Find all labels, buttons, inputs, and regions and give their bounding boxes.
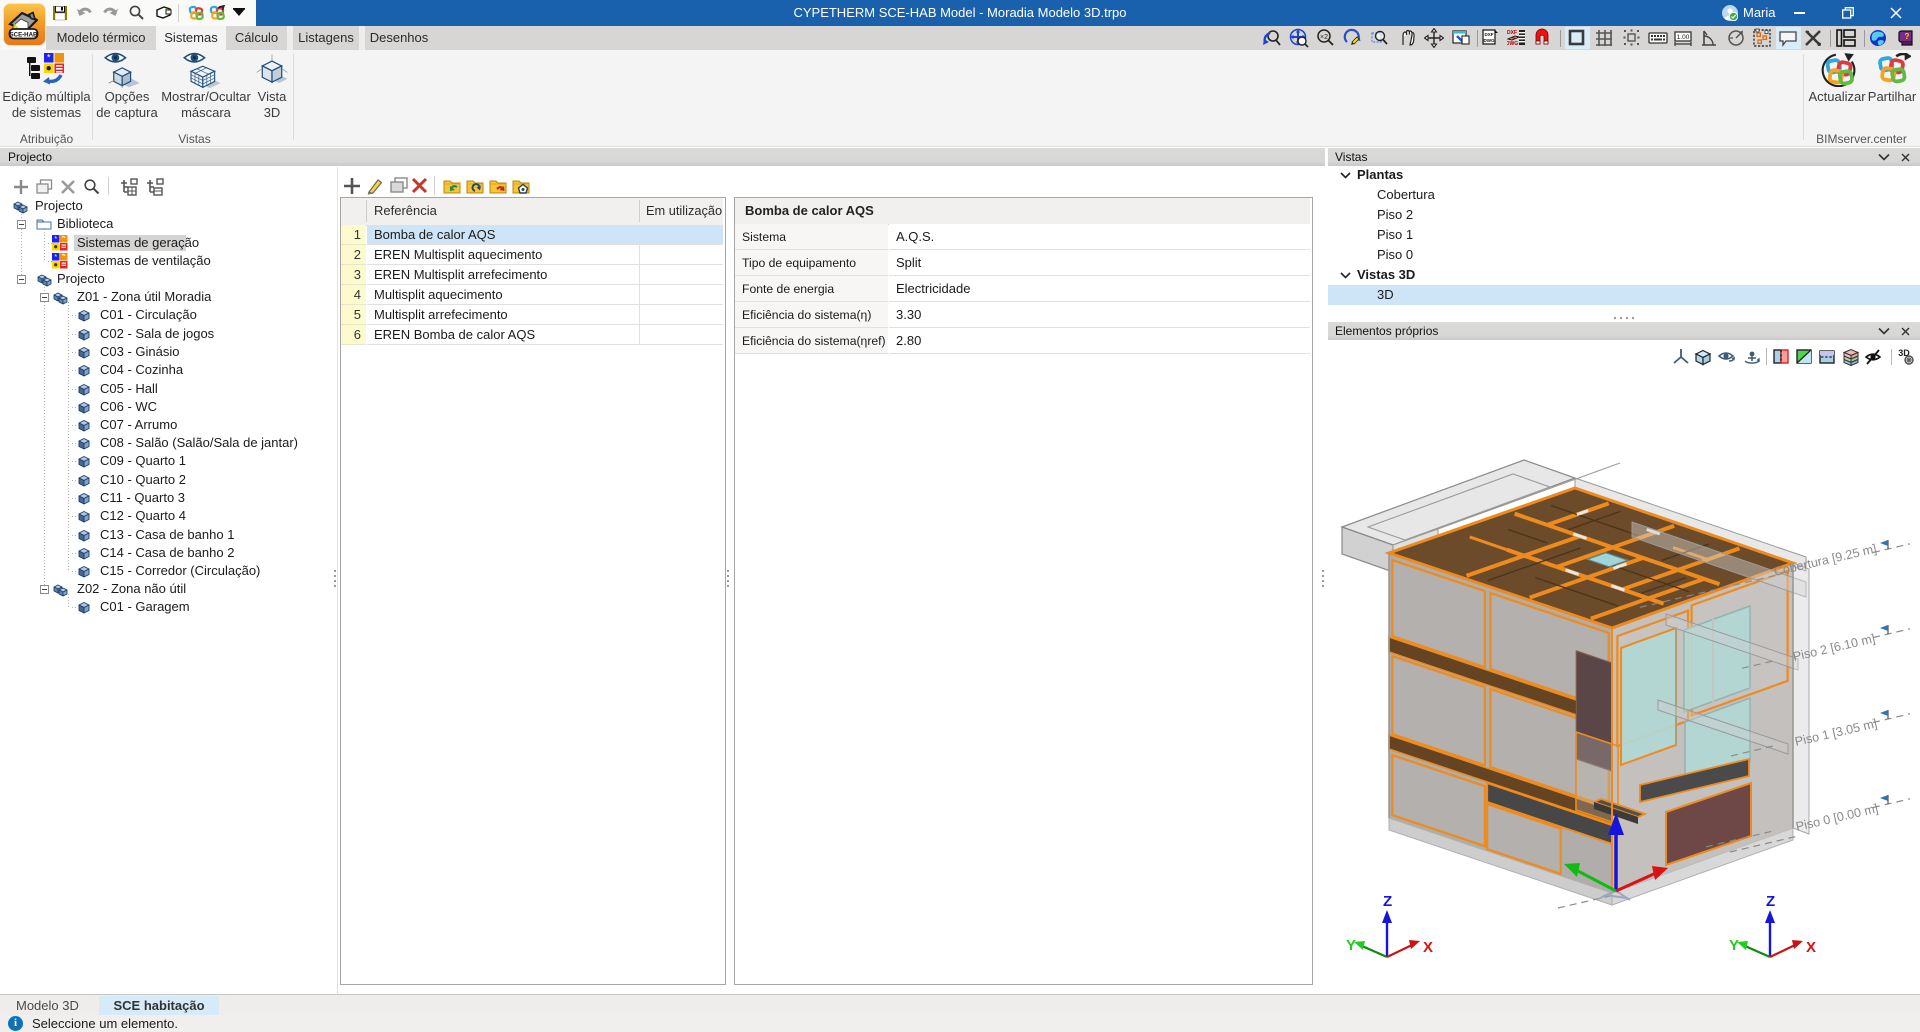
svg-text:Y: Y [1346,937,1356,954]
svg-text:X: X [1806,939,1816,956]
svg-text:Y: Y [1729,937,1739,954]
svg-text:X: X [1423,939,1433,956]
svg-text:*: * [54,236,57,243]
svg-text:DWG: DWG [1484,38,1495,43]
svg-text:Z: Z [1383,893,1392,910]
svg-text:SCE-HAB: SCE-HAB [10,32,38,39]
svg-text:Z: Z [1766,893,1775,910]
svg-text:*: * [54,254,57,261]
svg-text:DXF: DXF [1485,32,1494,37]
svg-text:DXF: DXF [1507,30,1517,36]
svg-text:DWG: DWG [1507,41,1518,47]
svg-text:*: * [47,53,51,63]
svg-text:1.00: 1.00 [1677,34,1690,41]
svg-text:×2: ×2 [1320,34,1328,41]
svg-text:?: ? [1905,32,1910,41]
